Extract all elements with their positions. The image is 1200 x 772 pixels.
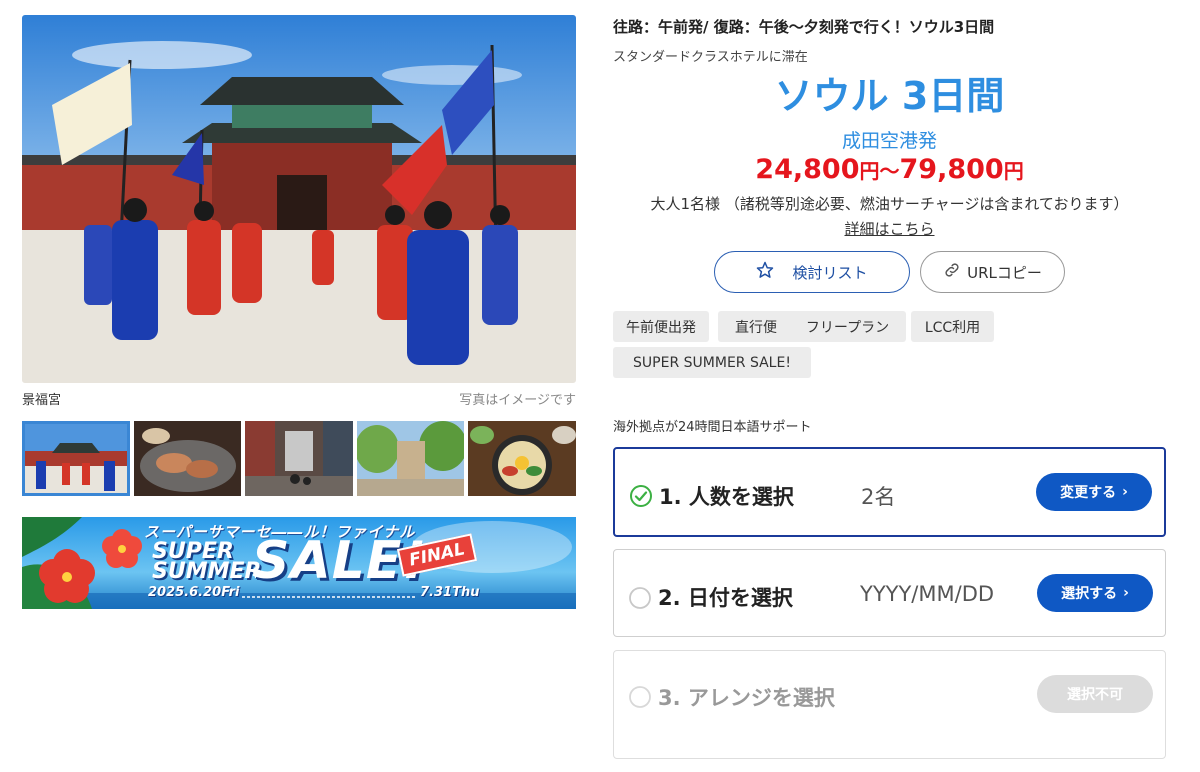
- url-copy-label: URLコピー: [967, 263, 1042, 282]
- chevron-right-icon: ›: [1123, 585, 1129, 601]
- thumbnail-tree-street[interactable]: [356, 421, 465, 496]
- change-button-label: 変更する: [1060, 485, 1117, 501]
- date-value: YYYY/MM/DD: [860, 582, 995, 606]
- arrange-unavailable-button: 選択不可: [1037, 675, 1153, 713]
- step-select-arrange: 3. アレンジを選択 選択不可: [613, 650, 1166, 759]
- thumbnail-bibimbap[interactable]: [468, 421, 576, 496]
- price-range: 24,800円～79,800円: [613, 152, 1166, 189]
- price-low: 24,800: [755, 154, 860, 185]
- step-1-value: 2名: [861, 485, 896, 509]
- main-photo-gyeongbokgung: [22, 15, 576, 383]
- tag-direct-flight: 直行便: [718, 311, 794, 342]
- step-3-label: 3. アレンジを選択: [658, 686, 835, 710]
- tag-morning-departure: 午前便出発: [613, 311, 709, 342]
- support-note: 海外拠点が24時間日本語サポート: [613, 420, 812, 435]
- destination-heading: ソウル 3日間: [774, 74, 1005, 118]
- thumbnail-palace-guards[interactable]: [22, 421, 130, 496]
- banner-start-date: 2025.6.20Fri: [148, 585, 240, 600]
- thumbnail-strip: [22, 421, 576, 496]
- departure-airport: 成田空港発: [841, 130, 937, 152]
- empty-circle-icon: [628, 685, 651, 708]
- step-select-date: 2. 日付を選択 YYYY/MM/DD 選択する ›: [613, 549, 1166, 637]
- unavailable-label: 選択不可: [1067, 687, 1123, 703]
- tour-title: 往路：午前発/ 復路：午後～夕刻発で行く！ソウル3日間: [613, 18, 995, 36]
- url-copy-button[interactable]: URLコピー: [920, 251, 1065, 293]
- image-disclaimer: 写真はイメージです: [459, 393, 576, 408]
- tag-free-plan: フリープラン: [789, 311, 906, 342]
- price-unit: 円: [1003, 159, 1024, 183]
- photo-caption: 景福宮: [22, 393, 62, 408]
- step-2-label: 2. 日付を選択: [658, 586, 793, 610]
- photo-caption-row: 景福宮 写真はイメージです: [22, 389, 576, 408]
- star-icon: [756, 261, 774, 283]
- thumbnail-korean-bbq[interactable]: [133, 421, 242, 496]
- banner-end-date: 7.31Thu: [420, 585, 480, 600]
- wishlist-label: 検討リスト: [792, 263, 868, 282]
- price-unit: 円: [859, 159, 880, 183]
- price-separator: ～: [879, 159, 900, 183]
- price-high: 79,800: [899, 154, 1004, 185]
- step-1-label: 1. 人数を選択: [659, 485, 794, 509]
- super-summer-sale-banner[interactable]: スーパーサマーセ――ル！ファイナル SUPER SUMMER SALE! FIN…: [22, 517, 576, 609]
- select-date-button[interactable]: 選択する ›: [1037, 574, 1153, 612]
- empty-circle-icon: [628, 586, 651, 609]
- tag-lcc: LCC利用: [911, 311, 994, 342]
- step-select-travelers: 1. 人数を選択 2名 変更する ›: [613, 447, 1166, 537]
- tag-super-summer-sale: SUPER SUMMER SALE!: [613, 347, 811, 378]
- select-button-label: 選択する: [1061, 586, 1118, 602]
- wishlist-button[interactable]: 検討リスト: [714, 251, 910, 293]
- details-link[interactable]: 詳細はこちら: [613, 218, 1166, 239]
- check-circle-icon: [629, 484, 652, 507]
- thumbnail-city-street[interactable]: [245, 421, 353, 496]
- banner-summer-text: SUMMER: [152, 559, 262, 584]
- price-note: 大人1名様 （諸税等別途必要、燃油サーチャージは含まれております）: [650, 195, 1129, 213]
- link-icon: [943, 261, 961, 283]
- change-travelers-button[interactable]: 変更する ›: [1036, 473, 1152, 511]
- hotel-class: スタンダードクラスホテルに滞在: [613, 50, 808, 65]
- chevron-right-icon: ›: [1122, 484, 1128, 500]
